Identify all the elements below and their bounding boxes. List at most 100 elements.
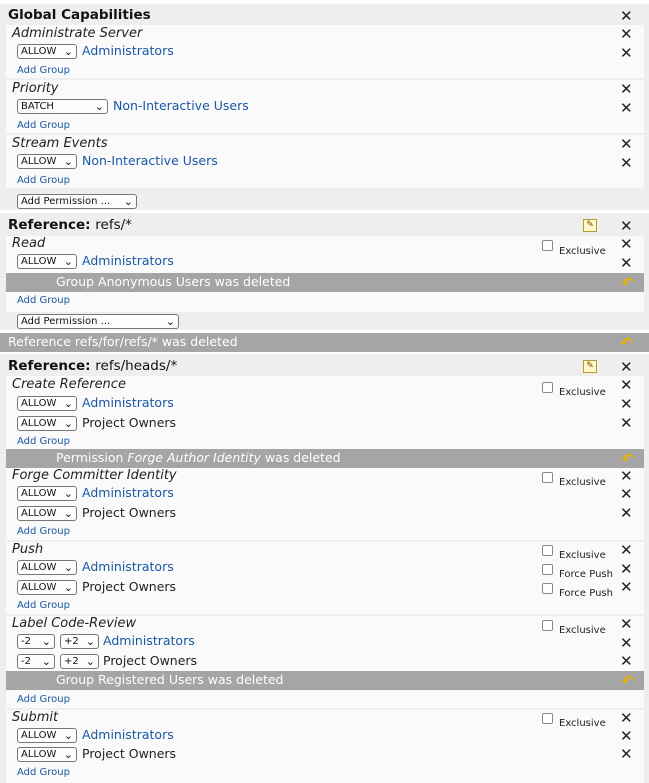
close-icon[interactable]: ✕	[620, 580, 633, 595]
add-group-link[interactable]: Add Group	[17, 694, 70, 705]
close-icon[interactable]: ✕	[620, 711, 633, 726]
close-icon[interactable]: ✕	[620, 506, 633, 521]
close-icon[interactable]: ✕	[620, 46, 633, 61]
max-value-select[interactable]: +2 ⌄	[60, 634, 99, 649]
close-icon[interactable]: ✕	[620, 256, 633, 271]
close-icon[interactable]: ✕	[620, 543, 633, 558]
group-link[interactable]: Administrators	[82, 727, 174, 742]
chevron-down-icon: ⌄	[63, 417, 73, 430]
close-icon[interactable]: ✕	[620, 562, 633, 577]
undo-icon[interactable]: ↶	[621, 274, 634, 292]
reference-label: Reference:	[8, 217, 91, 233]
min-value-select[interactable]: -2 ⌄	[17, 654, 55, 669]
close-icon[interactable]: ✕	[620, 416, 633, 431]
deleted-group-notice: Group Anonymous Users was deleted ↶	[6, 273, 644, 292]
close-icon[interactable]: ✕	[620, 636, 633, 651]
close-icon[interactable]: ✕	[620, 219, 633, 234]
action-select[interactable]: ALLOW ⌄	[17, 44, 77, 59]
action-select[interactable]: ALLOW ⌄	[17, 506, 77, 521]
exclusive-checkbox[interactable]	[542, 620, 553, 631]
close-icon[interactable]: ✕	[620, 654, 633, 669]
add-group-link[interactable]: Add Group	[17, 120, 70, 131]
close-icon[interactable]: ✕	[620, 101, 633, 116]
close-icon[interactable]: ✕	[620, 487, 633, 502]
edit-icon[interactable]: ✎	[583, 360, 597, 373]
deleted-group-text: Group Registered Users was deleted	[56, 672, 284, 687]
deleted-permission-notice: Permission Forge Author Identity was del…	[6, 449, 644, 468]
close-icon[interactable]: ✕	[620, 729, 633, 744]
permission-create-reference: Create Reference Exclusive ✕ ALLOW ⌄ Admi…	[6, 376, 644, 452]
permission-title: Label Code-Review	[12, 616, 137, 631]
select-value: +2	[64, 656, 79, 667]
chevron-down-icon: ⌄	[63, 155, 73, 168]
group-link[interactable]: Administrators	[82, 253, 174, 268]
close-icon[interactable]: ✕	[620, 378, 633, 393]
exclusive-label: Exclusive	[559, 718, 606, 729]
add-group-link[interactable]: Add Group	[17, 436, 70, 447]
undo-icon[interactable]: ↶	[621, 672, 634, 690]
permission-label-code-review: Label Code-Review Exclusive ✕ -2 ⌄ +2 ⌄ Ad…	[6, 616, 644, 708]
exclusive-checkbox[interactable]	[542, 472, 553, 483]
chevron-down-icon: ⌄	[41, 635, 51, 648]
close-icon[interactable]: ✕	[620, 82, 633, 97]
add-group-link[interactable]: Add Group	[17, 65, 70, 76]
close-icon[interactable]: ✕	[620, 237, 633, 252]
select-value: ALLOW	[21, 562, 57, 573]
action-select[interactable]: ALLOW ⌄	[17, 728, 77, 743]
close-icon[interactable]: ✕	[620, 137, 633, 152]
select-value: ALLOW	[21, 730, 57, 741]
add-group-link[interactable]: Add Group	[17, 526, 70, 537]
force-push-checkbox[interactable]	[542, 564, 553, 575]
exclusive-checkbox[interactable]	[542, 713, 553, 724]
permission-title: Stream Events	[12, 136, 108, 151]
action-select[interactable]: ALLOW ⌄	[17, 416, 77, 431]
exclusive-checkbox[interactable]	[542, 382, 553, 393]
add-group-link[interactable]: Add Group	[17, 600, 70, 611]
close-icon[interactable]: ✕	[620, 9, 633, 24]
group-link[interactable]: Administrators	[103, 633, 195, 648]
group-name: Project Owners	[82, 579, 177, 594]
exclusive-checkbox[interactable]	[542, 240, 553, 251]
reference-section-refs-all: Reference: refs/* ✎ ✕ Read Exclusive ✕ A…	[0, 213, 649, 330]
close-icon[interactable]: ✕	[620, 747, 633, 762]
group-link[interactable]: Administrators	[82, 395, 174, 410]
undo-icon[interactable]: ↶	[621, 450, 634, 468]
action-select[interactable]: ALLOW ⌄	[17, 747, 77, 762]
min-value-select[interactable]: -2 ⌄	[17, 634, 55, 649]
undo-icon[interactable]: ↶	[620, 334, 633, 352]
select-value: -2	[21, 656, 31, 667]
edit-icon[interactable]: ✎	[583, 219, 597, 232]
force-push-checkbox[interactable]	[542, 583, 553, 594]
add-group-link[interactable]: Add Group	[17, 767, 70, 778]
chevron-down-icon: ⌄	[63, 45, 73, 58]
add-permission-select[interactable]: Add Permission ... ⌄	[17, 314, 179, 329]
close-icon[interactable]: ✕	[620, 469, 633, 484]
group-link[interactable]: Administrators	[82, 485, 174, 500]
chevron-down-icon: ⌄	[63, 507, 73, 520]
action-select[interactable]: ALLOW ⌄	[17, 396, 77, 411]
close-icon[interactable]: ✕	[620, 397, 633, 412]
permission-push: Push Exclusive Force Push Force Push ✕ A…	[6, 542, 644, 614]
deleted-group-text: Group Anonymous Users was deleted	[56, 274, 291, 289]
group-link[interactable]: Non-Interactive Users	[113, 98, 249, 113]
chevron-down-icon: ⌄	[41, 655, 51, 668]
group-link[interactable]: Administrators	[82, 43, 174, 58]
group-link[interactable]: Non-Interactive Users	[82, 153, 218, 168]
action-select[interactable]: ALLOW ⌄	[17, 486, 77, 501]
exclusive-checkbox[interactable]	[542, 545, 553, 556]
add-group-link[interactable]: Add Group	[17, 295, 70, 306]
close-icon[interactable]: ✕	[620, 156, 633, 171]
close-icon[interactable]: ✕	[620, 27, 633, 42]
add-permission-select[interactable]: Add Permission ... ⌄	[17, 194, 137, 209]
action-select[interactable]: ALLOW ⌄	[17, 254, 77, 269]
action-select[interactable]: ALLOW ⌄	[17, 154, 77, 169]
action-select[interactable]: ALLOW ⌄	[17, 580, 77, 595]
permission-title: Forge Committer Identity	[12, 468, 177, 483]
max-value-select[interactable]: +2 ⌄	[60, 654, 99, 669]
add-group-link[interactable]: Add Group	[17, 175, 70, 186]
action-select[interactable]: ALLOW ⌄	[17, 560, 77, 575]
group-link[interactable]: Administrators	[82, 559, 174, 574]
action-select[interactable]: BATCH ⌄	[17, 99, 108, 114]
close-icon[interactable]: ✕	[620, 360, 633, 375]
close-icon[interactable]: ✕	[620, 617, 633, 632]
